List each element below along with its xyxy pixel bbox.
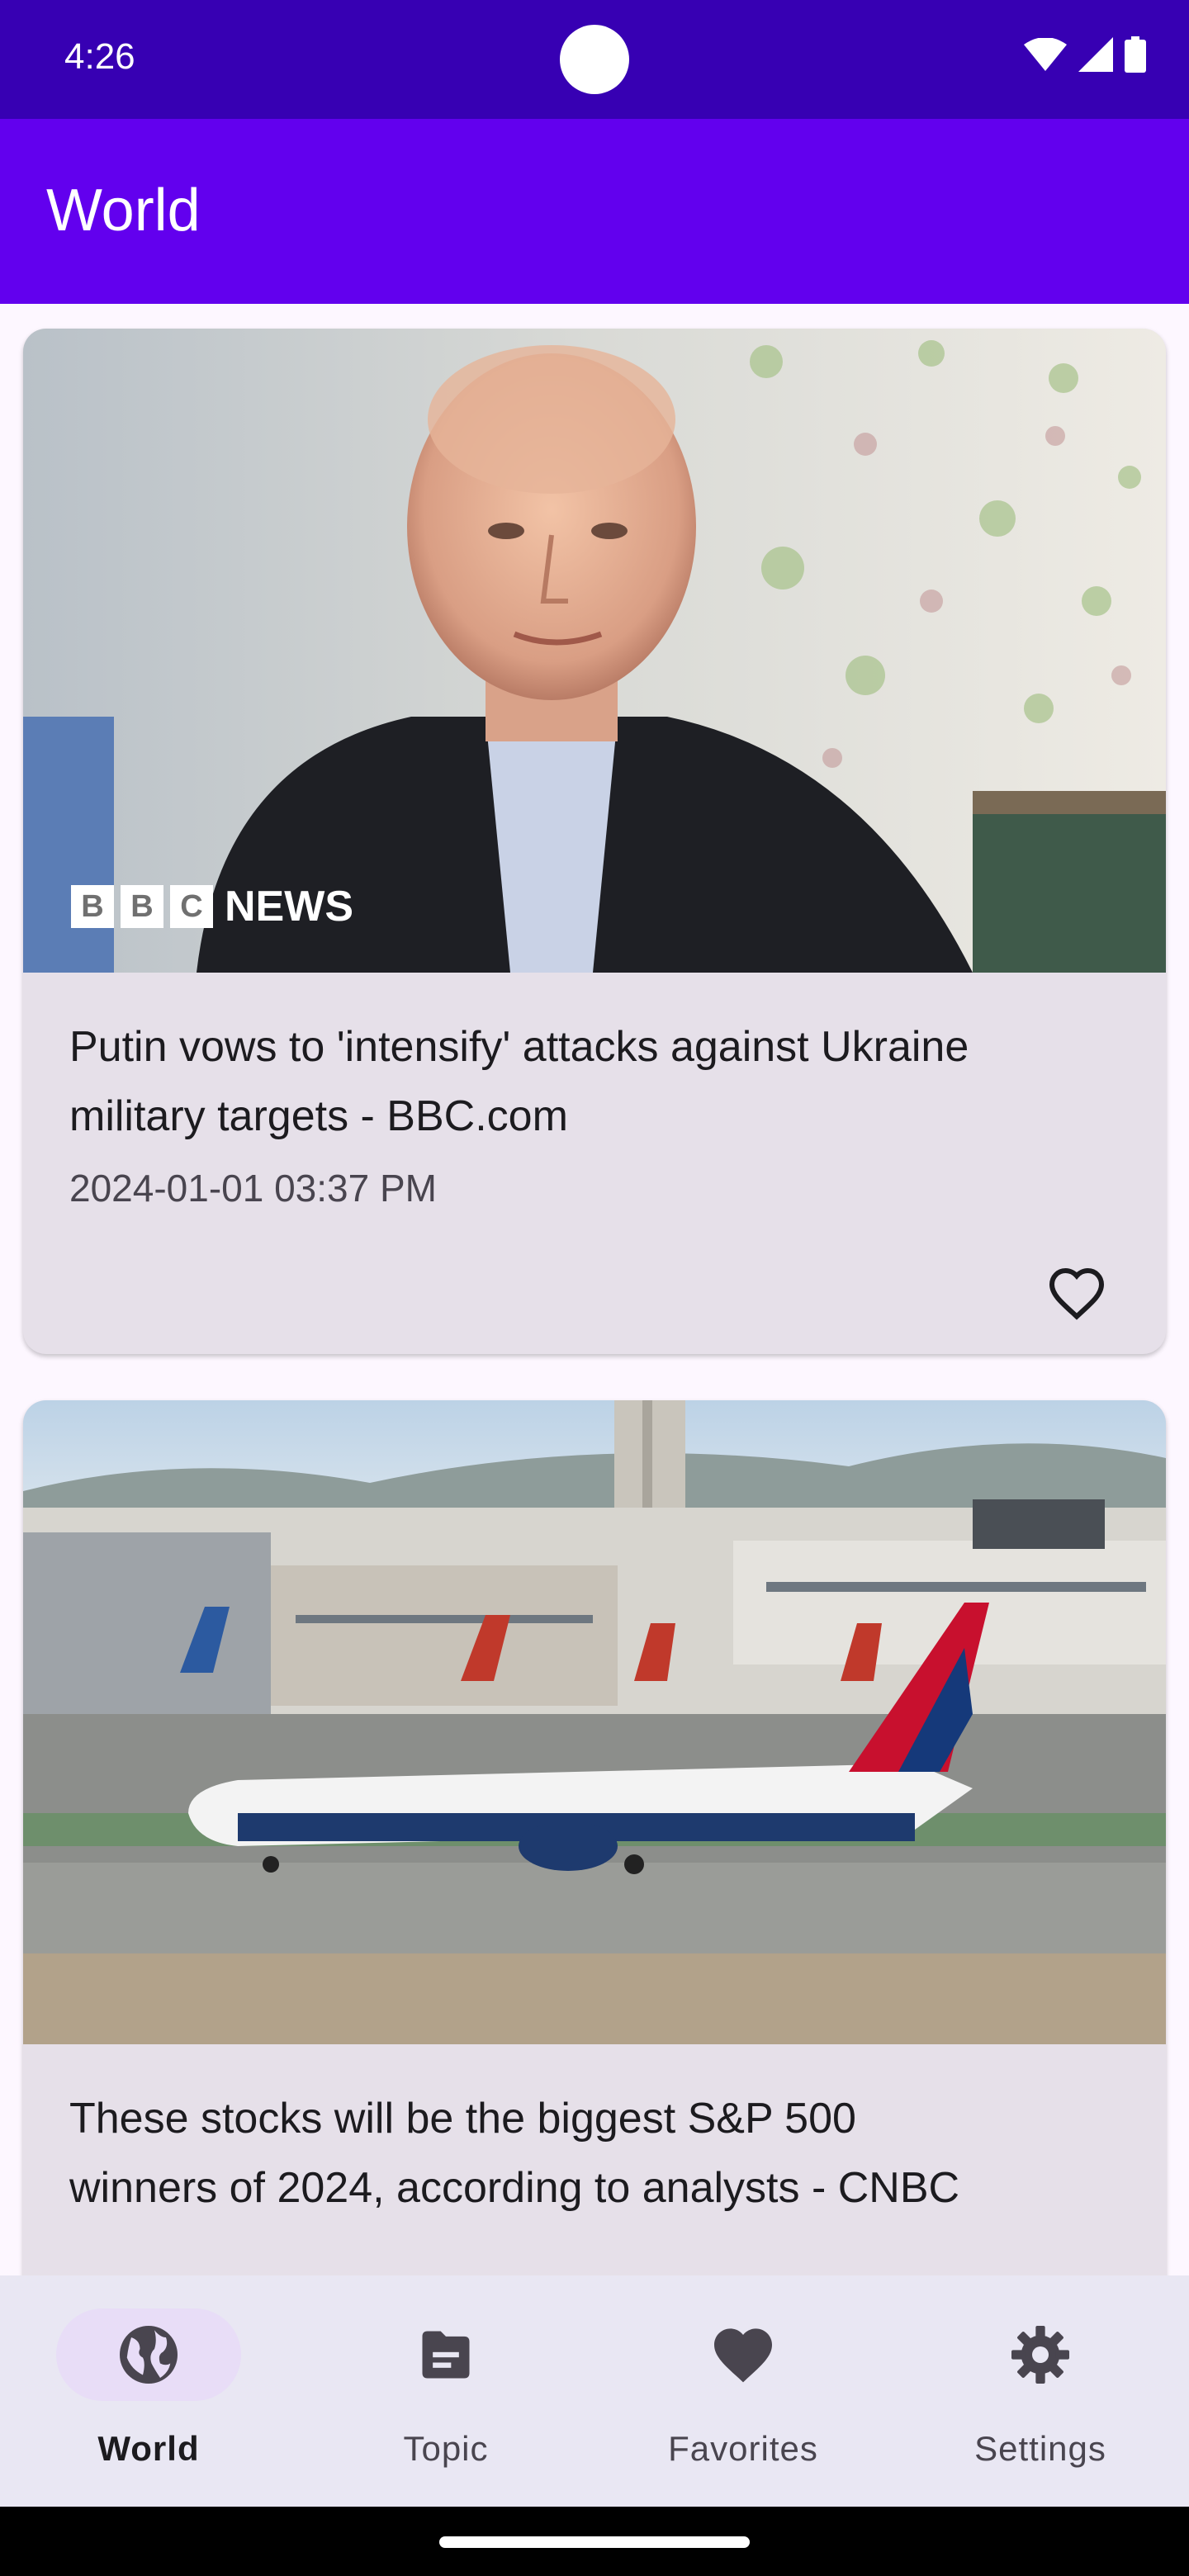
gesture-handle[interactable] [439,2536,750,2548]
nav-label-settings: Settings [974,2429,1106,2468]
news-card[interactable]: These stocks will be the biggest S&P 500… [23,1400,1166,2275]
news-image: B B C NEWS [23,329,1166,973]
system-gesture-bar [0,2507,1189,2576]
gear-icon [1011,2326,1069,2384]
battery-icon [1125,36,1146,73]
camera-cutout [560,25,629,94]
favorite-button[interactable] [1040,1257,1113,1329]
nav-label-world: World [97,2429,200,2468]
article-date: 2024-01-01 03:37 PM [69,1167,437,1210]
page-title: World [46,178,201,244]
nav-item-topic[interactable]: Topic [297,2275,594,2507]
nav-item-favorites[interactable]: Favorites [594,2275,892,2507]
bbc-news-logo: B B C NEWS [71,882,353,931]
bottom-navigation: World Topic Favorites Settings [0,2275,1189,2507]
article-icon [422,2331,470,2379]
nav-label-favorites: Favorites [668,2429,818,2468]
bbc-logo-word: NEWS [225,883,353,930]
status-bar: 4:26 [0,0,1189,119]
nav-item-settings[interactable]: Settings [892,2275,1189,2507]
bbc-logo-letter: C [170,885,213,928]
signal-icon [1078,37,1113,72]
article-title[interactable]: These stocks will be the biggest S&P 500… [69,2084,1002,2223]
news-card[interactable]: B B C NEWS Putin vows to 'intensify' att… [23,329,1166,1354]
nav-icon-container [651,2308,836,2401]
bbc-logo-letter: B [71,885,114,928]
nav-item-world[interactable]: World [0,2275,297,2507]
news-feed[interactable]: B B C NEWS Putin vows to 'intensify' att… [0,304,1189,2275]
globe-icon [120,2326,178,2384]
heart-icon [714,2328,772,2383]
bbc-logo-letter: B [121,885,163,928]
heart-outline-icon [1049,1267,1105,1320]
nav-icon-container [948,2308,1133,2401]
nav-icon-container [353,2308,538,2401]
app-bar: World [0,119,1189,304]
article-title[interactable]: Putin vows to 'intensify' attacks agains… [69,1012,1002,1151]
nav-label-topic: Topic [403,2429,489,2468]
wifi-icon [1024,38,1067,71]
nav-active-indicator [56,2308,241,2401]
status-time: 4:26 [64,36,135,77]
status-icons [1024,36,1146,73]
news-image [23,1400,1166,2044]
